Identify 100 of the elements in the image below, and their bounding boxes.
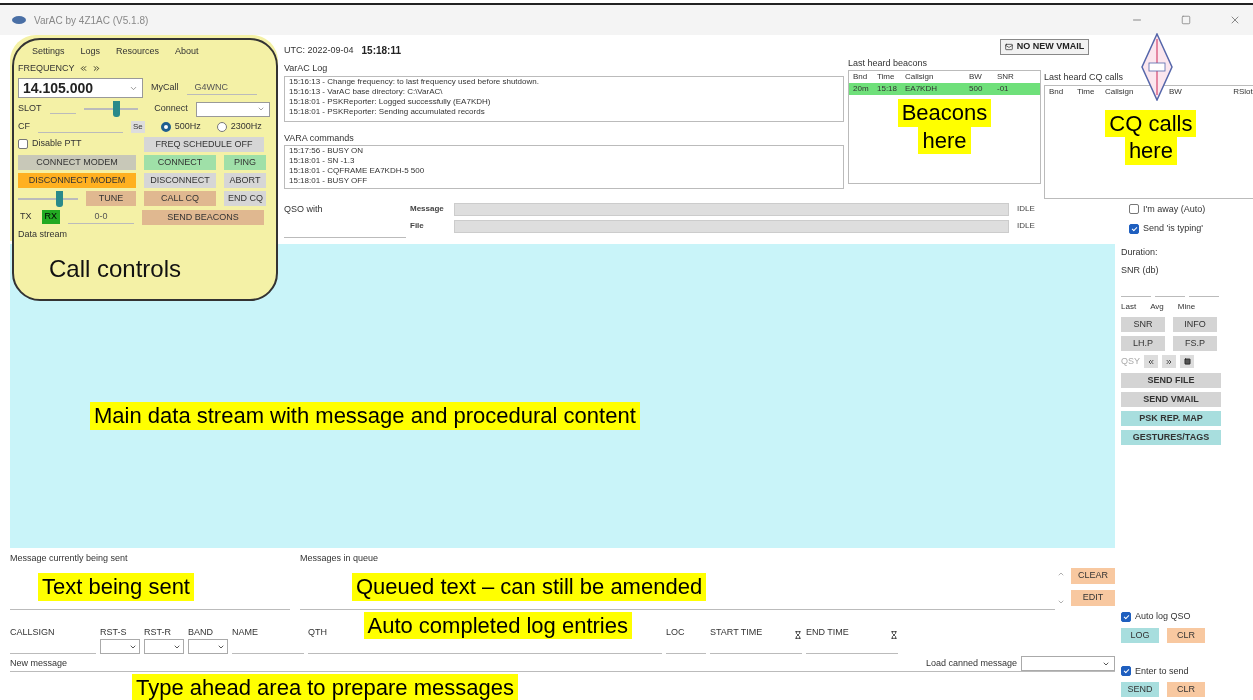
checkbox[interactable]	[1121, 666, 1131, 677]
command-line: 15:18:01 - BUSY OFF	[289, 176, 369, 186]
double-left-arrow-icon	[1147, 357, 1155, 366]
checkbox-label: Disable PTT	[32, 137, 82, 151]
maximize-icon[interactable]	[1181, 15, 1191, 25]
checkbox-label: I'm away (Auto)	[1143, 202, 1206, 216]
action-button[interactable]: SEND VMAIL	[1121, 391, 1221, 407]
field-label: RST-R	[144, 625, 171, 639]
field-label: END TIME	[806, 625, 849, 639]
column-header: Last	[1121, 301, 1137, 313]
new-message-field[interactable]: Type ahead area to prepare messages	[10, 671, 1115, 700]
slider[interactable]	[84, 101, 139, 117]
radio-label: 500Hz	[174, 120, 201, 133]
checkbox[interactable]	[1121, 611, 1131, 622]
progress-label: File	[410, 220, 425, 232]
menu-item[interactable]: Logs	[80, 45, 101, 59]
dropdown-field[interactable]	[144, 639, 184, 654]
close-icon[interactable]	[1229, 14, 1241, 26]
counter-field: 0-0	[68, 209, 135, 225]
annotation-label: Text being sent	[38, 573, 194, 601]
next-arrow-icon[interactable]	[91, 63, 101, 73]
previous-arrow-icon[interactable]	[78, 63, 88, 73]
column-header: Bnd	[1049, 85, 1065, 98]
field-label: SNR (db)	[1121, 263, 1160, 277]
column-header: Callsign	[905, 71, 935, 83]
action-button[interactable]: CLR	[1167, 682, 1205, 697]
action-button[interactable]: INFO	[1173, 317, 1217, 332]
stop-button[interactable]	[1180, 355, 1194, 369]
connect-dropdown[interactable]	[195, 101, 270, 117]
action-button[interactable]: CLR	[1167, 627, 1205, 643]
slider[interactable]	[18, 190, 78, 207]
table-cell-text: 15:18	[877, 83, 899, 95]
dropdown-field[interactable]	[188, 639, 228, 654]
field-label: Messages in queue	[300, 552, 380, 565]
dropdown-field[interactable]	[100, 639, 140, 654]
checkbox[interactable]	[1129, 204, 1139, 215]
checkbox-label: Send 'is typing'	[1143, 222, 1203, 235]
checkbox[interactable]	[1129, 223, 1139, 234]
annotation-label: Call controls	[48, 254, 181, 284]
beacon-row[interactable]: 20m 15:18 EA7KDH 500 -01	[849, 83, 1040, 95]
action-button[interactable]: PSK REP. MAP	[1121, 410, 1221, 426]
column-header: Mine	[1177, 301, 1196, 313]
action-button[interactable]: GESTURES/TAGS	[1121, 429, 1221, 445]
column-header: SNR	[997, 71, 1015, 83]
column-header: R	[1232, 85, 1239, 98]
menu-item[interactable]: Resources	[116, 45, 160, 59]
table-cell-text: EA7KDH	[905, 83, 938, 95]
set-button[interactable]: Se	[131, 120, 145, 133]
action-button[interactable]: FREQ SCHEDULE OFF	[144, 136, 264, 152]
action-button[interactable]: SNR	[1121, 317, 1165, 332]
annotation-label: Beacons	[897, 99, 992, 127]
menu-item[interactable]: About	[175, 45, 199, 59]
slider-thumb[interactable]	[56, 190, 63, 207]
table-cell-text: 20m	[853, 83, 870, 95]
step-up-button[interactable]	[1162, 355, 1176, 369]
action-button[interactable]: SEND BEACONS	[142, 209, 265, 225]
annotation-label: Type ahead area to prepare messages	[132, 674, 518, 700]
field-label: Message currently being sent	[10, 552, 129, 565]
double-right-arrow-icon	[1165, 357, 1173, 366]
field-label: Connect	[154, 102, 188, 116]
column-header: Callsign	[1105, 85, 1135, 98]
action-button[interactable]: LH.P	[1121, 336, 1165, 351]
action-button[interactable]: PING	[224, 154, 266, 170]
command-line: 15:17:56 - BUSY ON	[289, 146, 365, 156]
column-header: BW	[1169, 85, 1183, 98]
field-label: New message	[10, 656, 68, 670]
action-button[interactable]: FS.P	[1173, 336, 1217, 351]
action-button[interactable]: SEND	[1121, 682, 1159, 697]
slider-thumb[interactable]	[112, 101, 120, 117]
radio-button[interactable]	[160, 121, 171, 132]
progress-status: IDLE	[1017, 203, 1035, 215]
action-button[interactable]: END CQ	[224, 191, 266, 206]
action-button[interactable]: CONNECT MODEM	[18, 154, 136, 170]
action-button[interactable]: DISCONNECT MODEM	[18, 172, 136, 188]
action-button[interactable]: CONNECT	[144, 154, 216, 170]
action-button[interactable]: EDIT	[1071, 589, 1115, 606]
step-down-button[interactable]	[1144, 355, 1158, 369]
menu-item[interactable]: Settings	[32, 45, 65, 59]
action-button[interactable]: SEND FILE	[1121, 372, 1221, 388]
window-title: VarAC by 4Z1AC (V5.1.8)	[34, 13, 149, 28]
command-line: 15:18:01 - CQFRAME EA7KDH-5 500	[289, 166, 426, 176]
frequency-dropdown[interactable]: 14.105.000	[18, 78, 143, 98]
hourglass-icon[interactable]	[890, 631, 898, 639]
table-cell-text: 500	[969, 83, 984, 95]
checkbox[interactable]	[18, 139, 28, 149]
utc-date: UTC: 2022-09-04	[284, 43, 354, 57]
field-label: BAND	[188, 625, 213, 639]
field-label: Duration:	[1121, 246, 1159, 259]
action-button[interactable]: DISCONNECT	[144, 172, 216, 188]
action-button[interactable]: CLEAR	[1071, 567, 1115, 584]
hourglass-icon[interactable]	[794, 631, 802, 639]
annotation-label: CQ calls	[1105, 109, 1197, 137]
radio-button[interactable]	[216, 121, 227, 132]
action-button[interactable]: LOG	[1121, 627, 1159, 643]
action-button[interactable]: TUNE	[86, 191, 136, 206]
mycall-field[interactable]: G4WNC	[186, 80, 257, 96]
action-button[interactable]: ABORT	[224, 172, 266, 188]
action-button[interactable]: CALL CQ	[144, 191, 216, 206]
annotation-label: Auto completed log entries	[363, 611, 632, 639]
log-line: 15:16:13 - VarAC base directory: C:\VarAC\	[289, 86, 444, 97]
